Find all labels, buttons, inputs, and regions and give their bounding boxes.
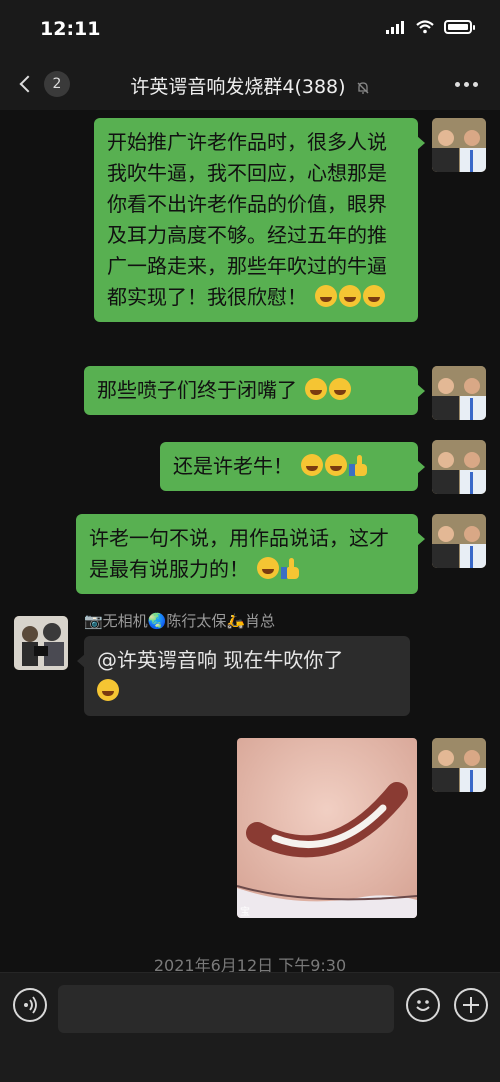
message-text: 开始推广许老作品时，很多人说我吹牛逼，我不回应，心想那是你看不出许老作品的价值，… <box>107 130 387 309</box>
chat-area[interactable]: 开始推广许老作品时，很多人说我吹牛逼，我不回应，心想那是你看不出许老作品的价值，… <box>0 110 500 975</box>
sender-name: 📷无相机🌏陈行太保🛵肖总 <box>84 612 276 630</box>
avatar[interactable] <box>432 514 486 568</box>
thumbs-up-emoji-icon <box>281 557 301 579</box>
message-bubble[interactable]: 那些喷子们终于闭嘴了 <box>84 366 425 415</box>
wifi-icon <box>416 20 434 34</box>
input-bar <box>0 972 500 1082</box>
avatar[interactable] <box>432 366 486 420</box>
avatar[interactable] <box>432 118 486 172</box>
message-input[interactable] <box>58 985 394 1033</box>
thinking-emoji-icon <box>339 285 362 307</box>
avatar[interactable] <box>432 738 486 792</box>
message-bubble[interactable]: 还是许老牛！ <box>160 442 425 491</box>
message-bubble[interactable]: 许老一句不说，用作品说话，这才是最有说服力的！ <box>76 514 425 594</box>
message-bubble[interactable]: @许英谔音响 现在牛吹你了 <box>77 636 410 716</box>
status-bar: 12:11 <box>0 0 500 58</box>
battery-icon <box>444 20 475 34</box>
message-text: @许英谔音响 现在牛吹你了 <box>97 648 344 672</box>
nav-bar: 2 许英谔音响发烧群4(388) <box>0 58 500 110</box>
laugh-cry-emoji-icon <box>329 378 352 400</box>
emoji-icon[interactable] <box>406 988 440 1022</box>
signal-icon <box>386 20 406 34</box>
avatar[interactable] <box>14 616 68 670</box>
thinking-emoji-icon <box>305 378 328 400</box>
grin-emoji-icon <box>315 285 338 307</box>
chat-title-text: 许英谔音响发烧群4(388) <box>130 76 346 98</box>
message-text: 还是许老牛！ <box>173 454 293 478</box>
hand-over-mouth-emoji-icon <box>257 557 280 579</box>
plus-icon[interactable] <box>454 988 488 1022</box>
grin-emoji-icon <box>301 454 324 476</box>
chat-title[interactable]: 许英谔音响发烧群4(388) <box>0 72 500 99</box>
message-bubble[interactable]: 开始推广许老作品时，很多人说我吹牛逼，我不回应，心想那是你看不出许老作品的价值，… <box>94 118 425 322</box>
bell-slash-icon <box>357 81 369 94</box>
image-caption: 宝 <box>240 905 250 918</box>
status-icons <box>386 20 475 34</box>
avatar[interactable] <box>432 440 486 494</box>
laugh-cry-emoji-icon <box>97 679 119 701</box>
image-message[interactable]: 宝 <box>237 738 417 918</box>
voice-icon[interactable] <box>13 988 47 1022</box>
status-time: 12:11 <box>40 18 101 40</box>
thumbs-up-emoji-icon <box>349 454 369 476</box>
laugh-cry-emoji-icon <box>363 285 386 307</box>
more-dots-icon[interactable] <box>455 72 478 96</box>
message-text: 那些喷子们终于闭嘴了 <box>97 378 297 402</box>
hand-over-mouth-emoji-icon <box>325 454 348 476</box>
message-text: 许老一句不说，用作品说话，这才是最有说服力的！ <box>89 526 389 581</box>
